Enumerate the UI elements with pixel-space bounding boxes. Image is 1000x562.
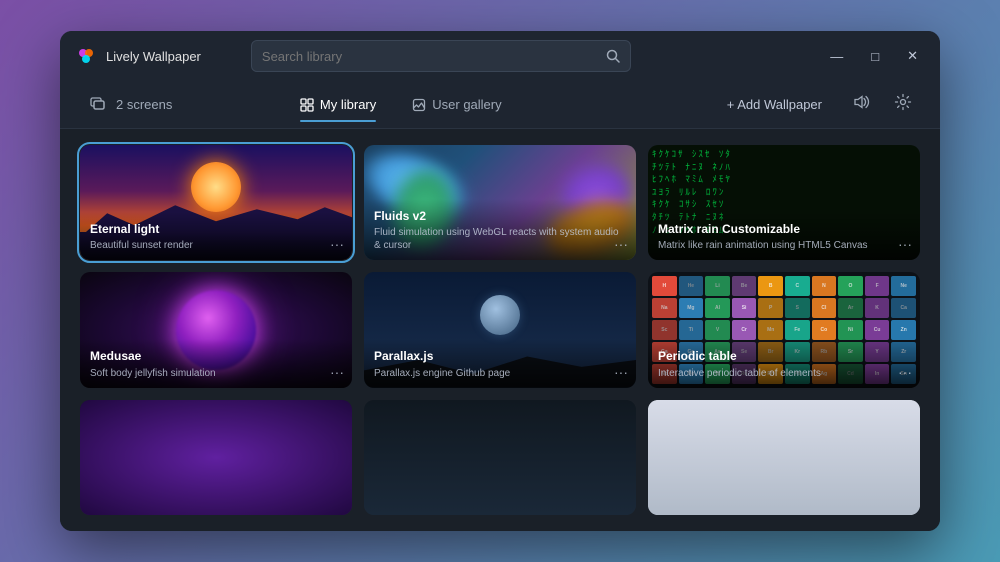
tab-my-library[interactable]: My library (284, 89, 392, 120)
screens-icon (90, 97, 108, 113)
card-info-parallax: Parallax.js Parallax.js engine Github pa… (364, 339, 636, 388)
card-desc: Matrix like rain animation using HTML5 C… (658, 239, 910, 252)
parallax-planet (480, 295, 520, 335)
search-bar[interactable] (251, 40, 631, 72)
volume-button[interactable] (844, 87, 878, 122)
card-title: Medusae (90, 349, 342, 365)
app-title: Lively Wallpaper (106, 49, 201, 64)
card-desc: Interactive periodic table of elements (658, 367, 910, 380)
wallpaper-grid: Eternal light Beautiful sunset render ··… (80, 145, 920, 515)
card-desc: Soft body jellyfish simulation (90, 367, 342, 380)
card-title: Periodic table (658, 349, 910, 365)
settings-button[interactable] (886, 87, 920, 122)
card-info-matrix: Matrix rain Customizable Matrix like rai… (648, 212, 920, 261)
tab-user-gallery-label: User gallery (432, 97, 501, 112)
wallpaper-card-eternal-light[interactable]: Eternal light Beautiful sunset render ··… (80, 145, 352, 260)
card-info-fluids: Fluids v2 Fluid simulation using WebGL r… (364, 199, 636, 261)
minimize-button[interactable]: — (824, 47, 849, 66)
app-window: Lively Wallpaper — □ ✕ 2 screens (60, 31, 940, 531)
wallpaper-card-bottom-2[interactable] (364, 400, 636, 515)
card-menu-medusa[interactable]: ··· (330, 364, 344, 380)
wallpaper-card-bottom-1[interactable] (80, 400, 352, 515)
titlebar: Lively Wallpaper — □ ✕ (60, 31, 940, 81)
search-input[interactable] (262, 49, 598, 64)
wallpaper-card-matrix[interactable]: ｷｸｹｺｻ ｼｽｾ ｿﾀﾁﾂﾃﾄ ﾅﾆﾇ ﾈﾉﾊﾋﾌﾍﾎ ﾏﾐﾑ ﾒﾓﾔﾕﾖﾗ … (648, 145, 920, 260)
card-desc: Beautiful sunset render (90, 239, 342, 252)
window-controls: — □ ✕ (824, 46, 924, 66)
search-icon (606, 49, 620, 63)
close-button[interactable]: ✕ (901, 46, 924, 66)
wallpaper-card-fluids[interactable]: Fluids v2 Fluid simulation using WebGL r… (364, 145, 636, 260)
card-title: Matrix rain Customizable (658, 222, 910, 238)
app-logo-icon (76, 46, 96, 66)
maximize-button[interactable]: □ (865, 47, 885, 66)
card-menu-eternal-light[interactable]: ··· (330, 236, 344, 252)
card-title: Fluids v2 (374, 209, 626, 225)
user-gallery-icon (412, 98, 426, 112)
toolbar-right: + Add Wallpaper (713, 87, 920, 122)
card-info-medusa: Medusae Soft body jellyfish simulation (80, 339, 352, 388)
toolbar: 2 screens My library User gallery (60, 81, 940, 129)
card-menu-parallax[interactable]: ··· (614, 364, 628, 380)
card-desc: Parallax.js engine Github page (374, 367, 626, 380)
card-info-periodic: Periodic table Interactive periodic tabl… (648, 339, 920, 388)
wallpaper-card-medusa[interactable]: Medusae Soft body jellyfish simulation ·… (80, 272, 352, 387)
wallpaper-card-bottom-3[interactable] (648, 400, 920, 515)
wallpaper-card-periodic[interactable]: HHeLiBeBCNOFNeNaMgAlSiPSClArKCaScTiVCrMn… (648, 272, 920, 387)
my-library-icon (300, 98, 314, 112)
card-title: Parallax.js (374, 349, 626, 365)
screens-button[interactable]: 2 screens (80, 91, 182, 119)
tab-user-gallery[interactable]: User gallery (396, 89, 517, 120)
tab-my-library-label: My library (320, 97, 376, 112)
card-desc: Fluid simulation using WebGL reacts with… (374, 226, 626, 252)
card-menu-matrix[interactable]: ··· (898, 236, 912, 252)
add-wallpaper-button[interactable]: + Add Wallpaper (713, 90, 836, 119)
card-title: Eternal light (90, 222, 342, 238)
tab-group: My library User gallery (284, 89, 518, 120)
wallpaper-card-parallax[interactable]: Parallax.js Parallax.js engine Github pa… (364, 272, 636, 387)
card-menu-periodic[interactable]: ··· (898, 364, 912, 380)
sun-graphic (191, 162, 241, 212)
content-area: Eternal light Beautiful sunset render ··… (60, 129, 940, 531)
volume-icon (852, 93, 870, 111)
card-info-eternal-light: Eternal light Beautiful sunset render (80, 212, 352, 261)
card-menu-fluids[interactable]: ··· (614, 236, 628, 252)
screens-label: 2 screens (116, 97, 172, 112)
settings-icon (894, 93, 912, 111)
